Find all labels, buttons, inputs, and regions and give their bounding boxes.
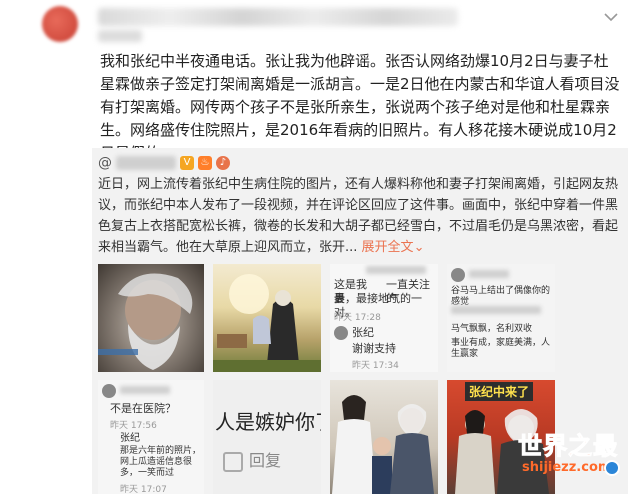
reply-name: 张纪: [352, 326, 374, 339]
reply-label[interactable]: 回复: [249, 453, 281, 469]
reply-icon: [223, 452, 243, 472]
repost-author[interactable]: @ V ♨ ♪: [98, 154, 230, 172]
grid-comment-screenshot-2[interactable]: 谷马马上结出了偶像你的感觉 马气飘飘，名利双收 事业有成，家庭美满，人生赢家: [447, 264, 555, 372]
blurred-line: [451, 306, 541, 314]
grid-comment-screenshot-1[interactable]: 这是我最 一直关注的 妻，最接地气的一对。 昨天 17:28 张纪 谢谢支持 昨…: [330, 264, 438, 372]
comment-line-1: 谷马马上结出了偶像你的感觉: [451, 286, 551, 307]
grid-comment-screenshot-3[interactable]: 不是在医院？ 昨天 17:56 张纪 那是六年前的照片，网上瓜造谣信息很多，一笑…: [98, 380, 204, 494]
repost-body: 近日，网上流传着张纪中生病住院的图片，还有人爆料称他和妻子打架闹离婚，引起网友热…: [98, 177, 619, 255]
at-sign: @: [98, 155, 112, 171]
expand-label[interactable]: 展开全文: [362, 240, 414, 255]
reply-text: 那是六年前的照片，网上瓜造谣信息很多，一笑而过: [120, 446, 202, 478]
commenter-avatar: [102, 384, 116, 398]
family-photo-art: [332, 395, 434, 494]
hospital-photo-art: [98, 273, 193, 370]
blurred-repost-author: [116, 156, 176, 170]
blurred-commenter: [120, 386, 170, 394]
list-line-1: 马气飘飘，名利双收: [451, 324, 533, 334]
commenter-avatar: [451, 268, 465, 282]
reply-time: 昨天 17:34: [352, 361, 399, 371]
note-badge-icon: ♪: [216, 156, 230, 170]
watermark-domain: shijiezz.com: [522, 460, 612, 475]
list-line-2: 事业有成，家庭美满，人生赢家: [451, 338, 551, 359]
blurred-commenter: [469, 270, 509, 278]
reply-time: 昨天 17:07: [120, 485, 167, 494]
fire-badge-icon: ♨: [198, 156, 212, 170]
expand-arrow-icon: ⌄: [413, 240, 425, 255]
reply-name: 张纪: [120, 433, 140, 444]
chevron-down-icon[interactable]: [602, 8, 620, 26]
comment-time: 昨天 17:28: [334, 313, 381, 323]
grid-comment-screenshot-4[interactable]: 人是嫉妒你了 回复: [213, 380, 321, 494]
globe-icon: [604, 460, 620, 476]
repost-text: 近日，网上流传着张纪中生病住院的图片，还有人爆料称他和妻子打架闹离婚，引起网友热…: [98, 174, 618, 258]
grid-photo-hospital[interactable]: [98, 264, 204, 372]
grid-photo-grassland[interactable]: [213, 264, 321, 372]
blurred-username: [98, 8, 458, 26]
watermark-title: 世界之最: [518, 432, 618, 461]
expand-full-text-link[interactable]: 展开全文⌄: [362, 240, 425, 255]
commenter-avatar: [334, 326, 348, 340]
avatar[interactable]: [42, 6, 78, 42]
verified-v-icon: V: [180, 156, 194, 170]
big-comment-text: 人是嫉妒你了: [215, 410, 321, 434]
blurred-commenter: [366, 266, 426, 274]
grassland-photo-art: [213, 274, 321, 372]
watermark: 世界之最 shijiezz.com: [510, 424, 634, 486]
post-header: [0, 0, 640, 44]
reply-text: 谢谢支持: [352, 342, 396, 355]
question-text: 不是在医院？: [110, 402, 176, 415]
grid-photo-family[interactable]: [330, 380, 438, 494]
blurred-subtitle: [98, 30, 142, 42]
comment-time: 昨天 17:56: [110, 421, 157, 431]
